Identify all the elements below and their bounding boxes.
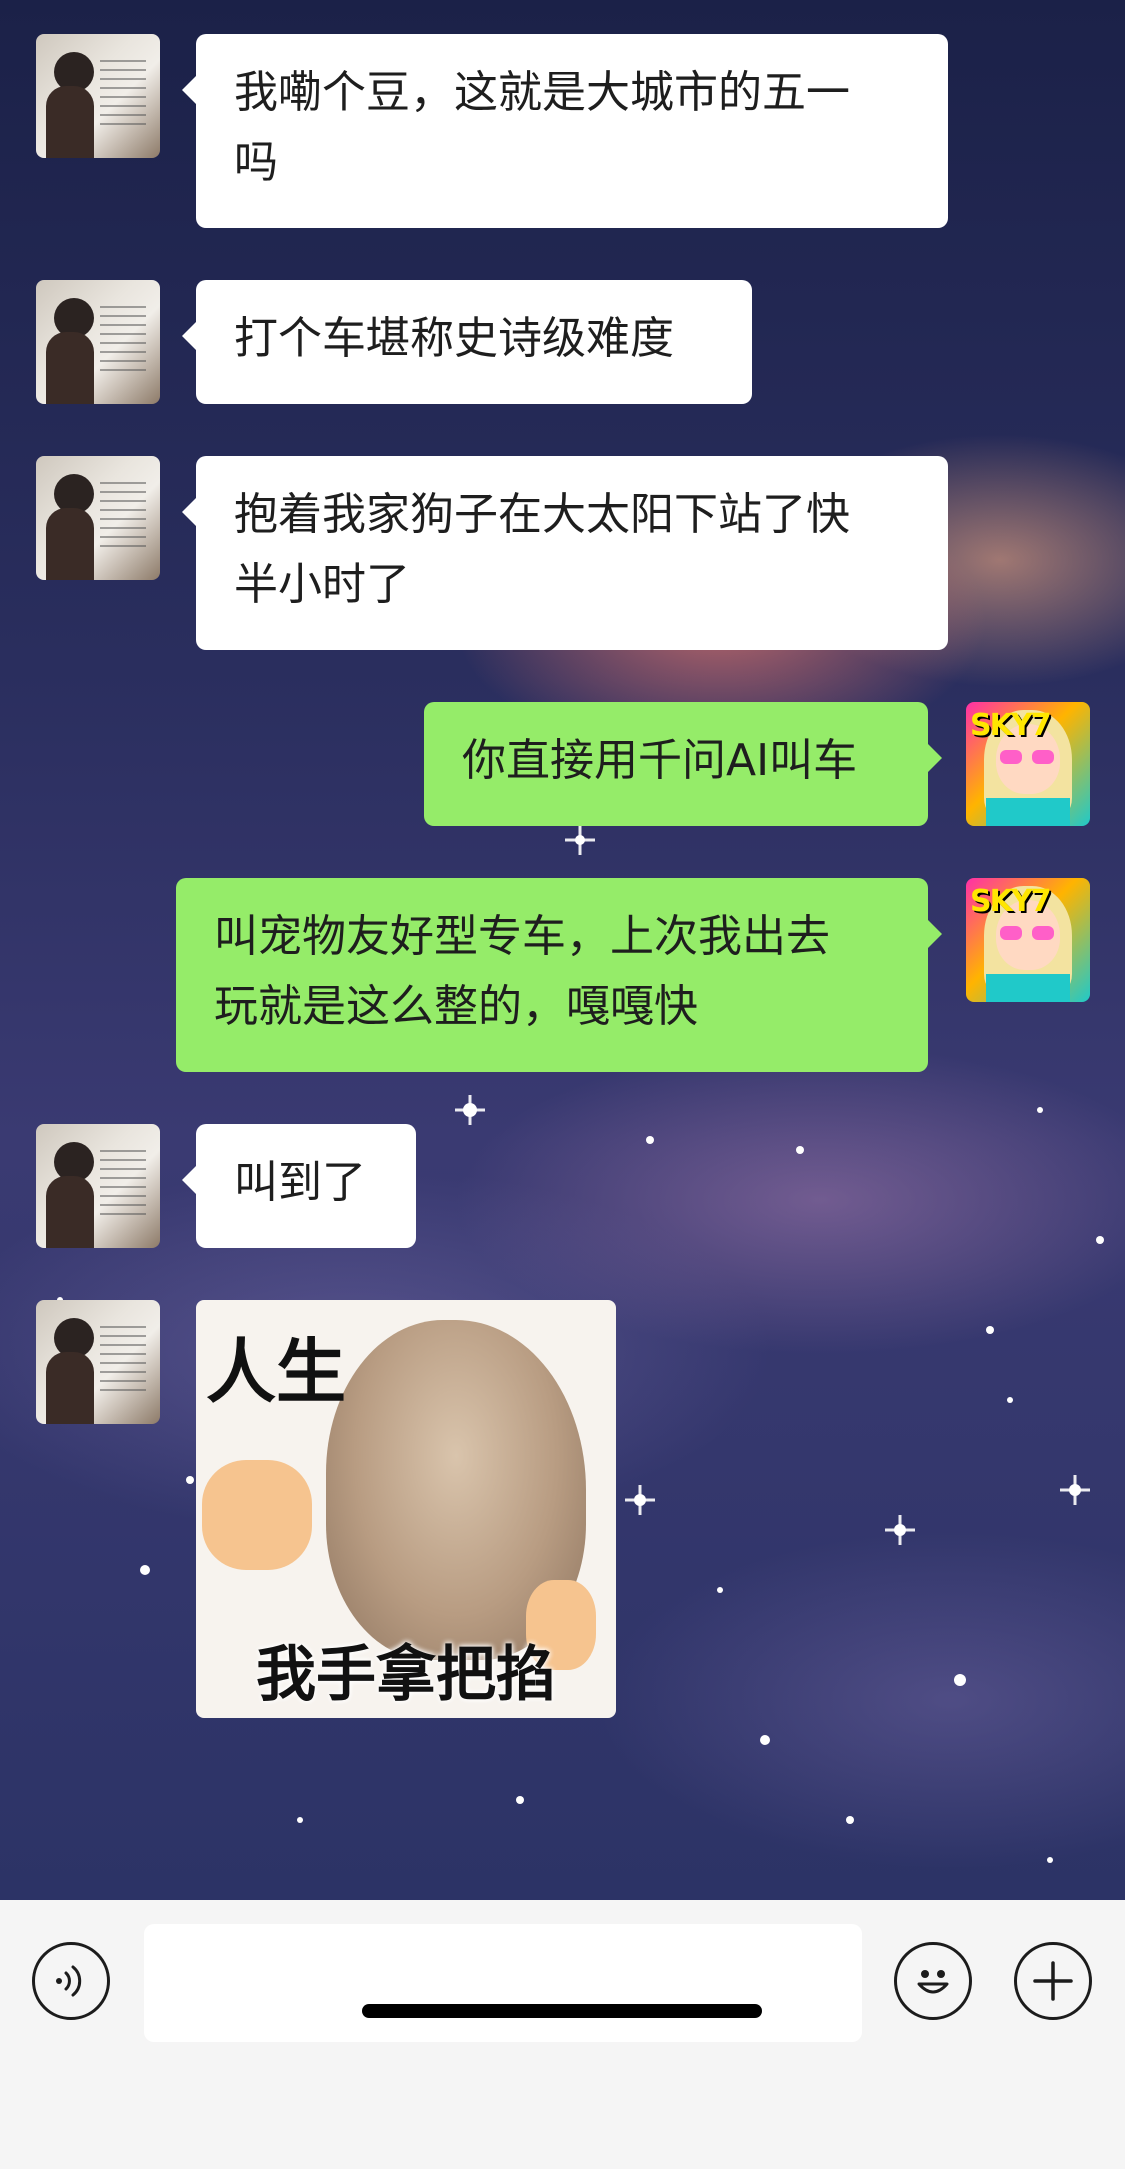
avatar-logo-text: SKY7 (970, 884, 1051, 919)
sticker-top-text: 人生 (206, 1331, 346, 1413)
message-bubble[interactable]: 叫宠物友好型专车，上次我出去 玩就是这么整的，嘎嘎快 (176, 878, 942, 1072)
voice-button[interactable] (32, 1942, 110, 2020)
emoji-icon (917, 1970, 949, 1994)
my-avatar[interactable]: SKY7 (966, 702, 1090, 826)
voice-icon (56, 1965, 82, 1997)
sticker-bottom-text: 我手拿把掐 (256, 1640, 556, 1710)
avatar-logo-text: SKY7 (970, 708, 1051, 743)
plus-button[interactable] (1014, 1942, 1092, 2020)
plus-icon (1033, 1961, 1073, 2001)
friend-avatar[interactable] (36, 1124, 160, 1248)
friend-avatar[interactable] (36, 456, 160, 580)
message-bubble[interactable]: 我嘞个豆，这就是大城市的五一 吗 (182, 34, 948, 228)
friend-avatar[interactable] (36, 34, 160, 158)
emoji-button[interactable] (894, 1942, 972, 2020)
chat-area[interactable]: 我嘞个豆，这就是大城市的五一 吗 打个车堪称史诗级难度 抱着我家狗子在大太阳下站… (0, 0, 1125, 1900)
message-bubble[interactable]: 叫到了 (182, 1124, 416, 1248)
input-bar (0, 1900, 1125, 2169)
message-bubble[interactable]: 抱着我家狗子在大太阳下站了快 半小时了 (182, 456, 948, 650)
my-avatar[interactable]: SKY7 (966, 878, 1090, 1002)
fist-emoji-icon (202, 1460, 312, 1570)
message-bubble[interactable]: 打个车堪称史诗级难度 (182, 280, 752, 404)
friend-avatar[interactable] (36, 1300, 160, 1424)
home-indicator (362, 2004, 762, 2018)
friend-avatar[interactable] (36, 280, 160, 404)
sticker-message[interactable]: 人生 我手拿把掐 (196, 1300, 616, 1718)
message-input[interactable] (144, 1924, 862, 2042)
message-bubble[interactable]: 你直接用千问AI叫车 (424, 702, 942, 826)
